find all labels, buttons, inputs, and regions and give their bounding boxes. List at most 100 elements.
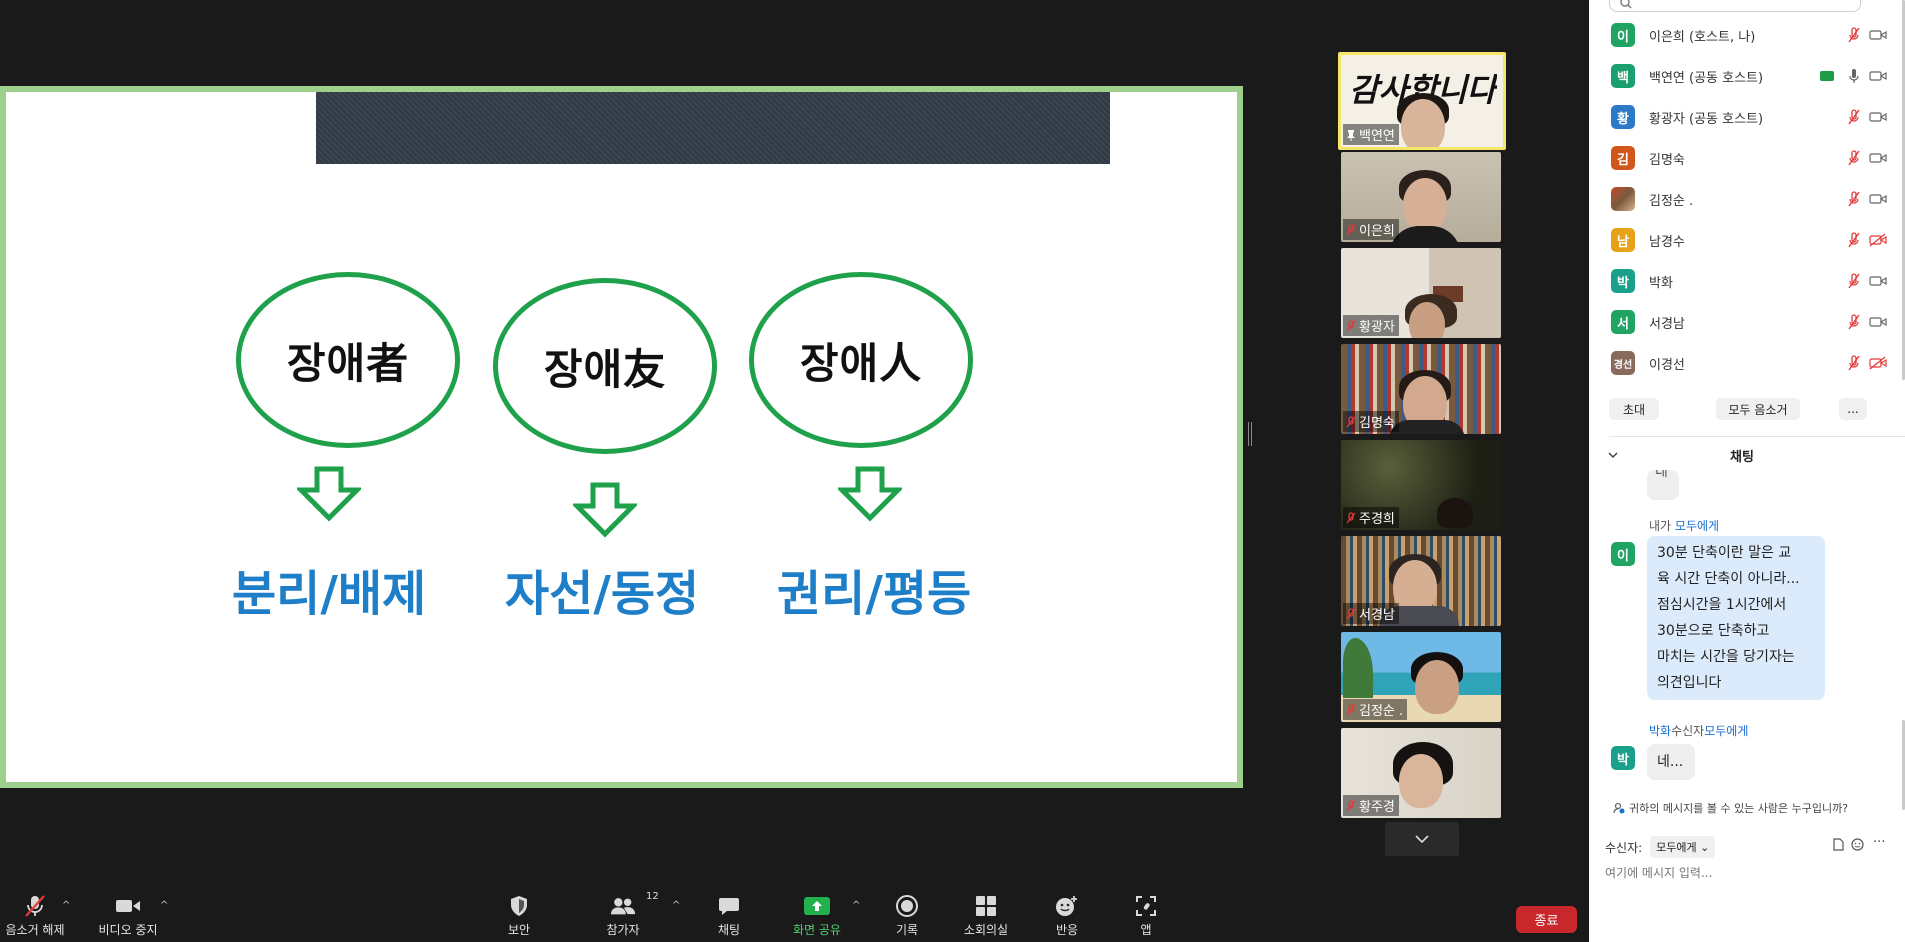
video-tile[interactable]: 황광자 xyxy=(1341,248,1501,338)
mic-muted-icon[interactable] xyxy=(1847,314,1861,330)
share-screen-button[interactable]: 화면 공유 xyxy=(772,894,862,938)
camera-icon[interactable] xyxy=(1869,151,1887,165)
sharing-indicator-icon xyxy=(1820,71,1834,81)
more-button[interactable]: ... xyxy=(1839,398,1867,420)
reactions-button[interactable]: 반응 xyxy=(1022,894,1112,938)
chat-message-input[interactable] xyxy=(1605,862,1889,884)
concept-word-1: 장애者 xyxy=(286,338,410,388)
record-icon xyxy=(896,895,918,917)
pin-icon xyxy=(1347,129,1355,141)
record-button[interactable]: 기록 xyxy=(862,894,952,938)
slide-title-banner xyxy=(316,92,1110,164)
resize-handle[interactable] xyxy=(1248,422,1252,446)
camera-icon[interactable] xyxy=(1869,192,1887,206)
mic-muted-icon[interactable] xyxy=(1847,232,1861,248)
meeting-toolbar: 음소거 해제 ^ 비디오 중지 ^ 보안 12 참가자 ^ 채팅 화면 공유 ^… xyxy=(0,878,1589,942)
end-meeting-button[interactable]: 종료 xyxy=(1516,906,1577,933)
participants-options-caret[interactable]: ^ xyxy=(672,900,680,911)
participants-icon xyxy=(610,898,636,915)
participant-avatar: 이 xyxy=(1611,23,1635,47)
participant-row[interactable]: 남 남경수 xyxy=(1589,223,1895,257)
video-options-caret[interactable]: ^ xyxy=(160,900,168,911)
mic-icon[interactable] xyxy=(1847,68,1861,84)
camera-off-icon[interactable] xyxy=(1869,356,1887,370)
video-tile[interactable]: 김정순 . xyxy=(1341,632,1501,722)
participant-row[interactable]: 서 서경남 xyxy=(1589,305,1895,339)
participant-avatar: 남 xyxy=(1611,228,1635,252)
chat-avatar: 이 xyxy=(1611,542,1635,566)
security-button[interactable]: 보안 xyxy=(474,894,564,938)
video-tile[interactable]: 감사합니다 백연연 xyxy=(1338,52,1506,150)
person-info-icon xyxy=(1613,802,1625,814)
mic-muted-icon[interactable] xyxy=(1847,191,1861,207)
mic-muted-icon xyxy=(1346,799,1356,811)
chat-previous-bubble: 네 xyxy=(1647,470,1679,500)
share-options-caret[interactable]: ^ xyxy=(852,900,860,911)
breakout-rooms-button[interactable]: 소회의실 xyxy=(941,894,1031,938)
participant-row[interactable]: 박 박화 xyxy=(1589,264,1895,298)
video-tile[interactable]: 주경희 xyxy=(1341,440,1501,530)
camera-icon[interactable] xyxy=(1869,28,1887,42)
audio-options-caret[interactable]: ^ xyxy=(62,900,70,911)
gallery-scroll-down-button[interactable] xyxy=(1385,822,1459,856)
participants-button[interactable]: 12 참가자 xyxy=(578,891,668,938)
video-tile[interactable]: 이은희 xyxy=(1341,152,1501,242)
participant-row[interactable]: 김 김명숙 xyxy=(1589,141,1895,175)
mute-all-button[interactable]: 모두 음소거 xyxy=(1716,398,1800,420)
participant-avatar: 김 xyxy=(1611,146,1635,170)
apps-icon xyxy=(1136,896,1156,916)
participant-name: 김정순 . xyxy=(1649,193,1694,209)
concept-oval-3: 장애人 xyxy=(749,272,973,448)
shield-icon xyxy=(511,896,527,916)
more-options-icon[interactable]: ··· xyxy=(1873,835,1885,850)
recipient-select[interactable]: 모두에게 ⌄ xyxy=(1650,836,1716,858)
chat-message-meta: 박화수신자모두에게 xyxy=(1649,724,1749,738)
mic-muted-icon xyxy=(1346,415,1356,427)
camera-icon[interactable] xyxy=(1869,69,1887,83)
mic-muted-icon[interactable] xyxy=(1847,27,1861,43)
participant-row[interactable]: 경선 이경선 xyxy=(1589,346,1895,380)
video-tile[interactable]: 서경남 xyxy=(1341,536,1501,626)
invite-button[interactable]: 초대 xyxy=(1609,398,1659,420)
participant-row[interactable]: 백 백연연 (공동 호스트) xyxy=(1589,59,1895,93)
tile-name: 김명숙 xyxy=(1343,411,1399,432)
meeting-stage: 장애者 분리/배제 장애友 자선/동정 장애人 권리/평등 감사합니다 백연연 … xyxy=(0,0,1589,878)
participant-search-input[interactable] xyxy=(1609,0,1861,12)
mic-muted-icon[interactable] xyxy=(1847,355,1861,371)
participant-name: 황광자 (공동 호스트) xyxy=(1649,111,1764,127)
camera-icon[interactable] xyxy=(1869,110,1887,124)
participant-name: 남경수 xyxy=(1649,234,1685,250)
chat-button[interactable]: 채팅 xyxy=(684,894,774,938)
chevron-down-icon xyxy=(1415,835,1429,843)
smiley-plus-icon xyxy=(1056,896,1077,916)
concept-oval-2: 장애友 xyxy=(493,278,717,454)
apps-button[interactable]: 앱 xyxy=(1101,894,1191,938)
concept-meaning-3: 권리/평등 xyxy=(777,566,972,622)
participant-row[interactable]: 황 황광자 (공동 호스트) xyxy=(1589,100,1895,134)
mic-muted-icon xyxy=(1346,511,1356,523)
search-icon xyxy=(1620,0,1632,9)
mic-muted-icon[interactable] xyxy=(1847,109,1861,125)
mic-muted-icon[interactable] xyxy=(1847,150,1861,166)
video-tile[interactable]: 김명숙 xyxy=(1341,344,1501,434)
camera-icon[interactable] xyxy=(1869,315,1887,329)
mic-muted-icon xyxy=(1346,223,1356,235)
camera-off-icon[interactable] xyxy=(1869,233,1887,247)
participant-row[interactable]: 이 이은희 (호스트, 나) xyxy=(1589,18,1895,52)
participant-row[interactable]: 김정순 . xyxy=(1589,182,1895,216)
mic-muted-icon[interactable] xyxy=(1847,273,1861,289)
camera-icon[interactable] xyxy=(1869,274,1887,288)
privacy-note[interactable]: 귀하의 메시지를 볼 수 있는 사람은 누구입니까? xyxy=(1613,800,1848,816)
file-icon[interactable] xyxy=(1833,838,1844,855)
chat-message-bubble: 네... xyxy=(1647,744,1695,780)
shared-screen-frame: 장애者 분리/배제 장애友 자선/동정 장애人 권리/평등 xyxy=(0,86,1243,788)
video-tile[interactable]: 황주경 xyxy=(1341,728,1501,818)
tile-name: 백연연 xyxy=(1343,124,1399,145)
emoji-icon[interactable] xyxy=(1851,838,1864,855)
chat-header: 채팅 xyxy=(1589,446,1905,468)
mic-muted-icon xyxy=(1346,607,1356,619)
participant-avatar: 경선 xyxy=(1611,351,1635,375)
concept-oval-1: 장애者 xyxy=(236,272,460,448)
tile-name: 서경남 xyxy=(1343,603,1399,624)
participant-name: 박화 xyxy=(1649,275,1673,291)
